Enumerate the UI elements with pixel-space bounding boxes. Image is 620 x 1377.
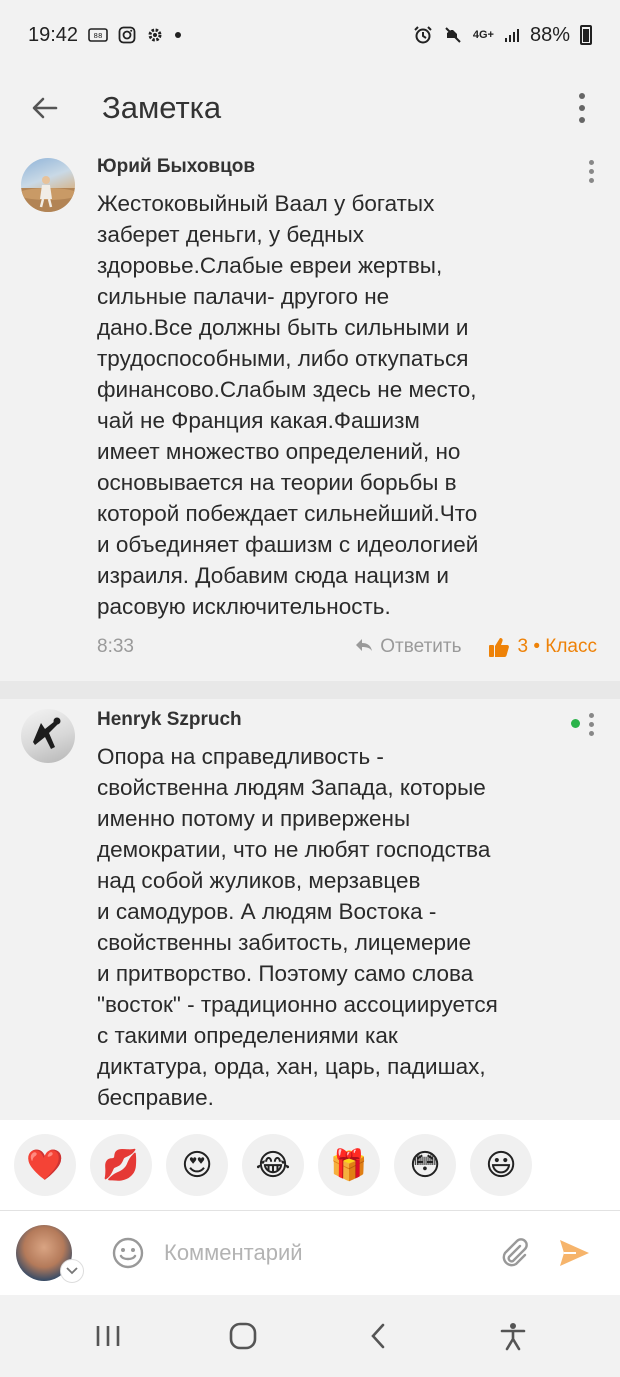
- reaction-heart[interactable]: ❤️: [14, 1134, 76, 1196]
- comment-item: Юрий Быховцов Жестоковыйный Ваал у богат…: [0, 146, 620, 681]
- overflow-menu-button[interactable]: [564, 83, 600, 133]
- comment-text: Жестоковыйный Ваал у богатых заберет ден…: [97, 191, 479, 619]
- accessibility-button[interactable]: [485, 1308, 541, 1364]
- author-avatar[interactable]: [21, 158, 75, 212]
- network-icon: 4G+: [472, 29, 494, 41]
- smile-icon: [112, 1237, 144, 1269]
- arrow-left-icon: [32, 97, 58, 119]
- dot: [588, 168, 594, 174]
- dot: [588, 721, 594, 727]
- notification-icon: 88: [88, 28, 108, 42]
- chevron-down-icon[interactable]: [60, 1259, 84, 1283]
- reaction-kiss[interactable]: 💋: [90, 1134, 152, 1196]
- app-bar: Заметка: [0, 70, 620, 146]
- comment-menu-button[interactable]: [584, 156, 598, 186]
- dot: [588, 177, 594, 183]
- system-nav-bar: [0, 1295, 620, 1377]
- dot-icon: [174, 31, 182, 39]
- paperclip-icon: [502, 1238, 528, 1267]
- reaction-bar: ❤️ 💋 😍 😂 🎁 😳 😃: [0, 1120, 620, 1210]
- reply-button[interactable]: Ответить: [354, 636, 462, 658]
- dot: [579, 93, 585, 99]
- reply-icon: [354, 637, 374, 658]
- send-button[interactable]: [554, 1233, 594, 1273]
- chevron-left-icon: [370, 1323, 384, 1349]
- comment-item: Henryk Szpruch Опора на справедливость -…: [0, 699, 620, 1120]
- attach-button[interactable]: [494, 1233, 534, 1273]
- status-time: 19:42: [28, 23, 79, 46]
- recent-apps-icon: [96, 1326, 119, 1346]
- battery-percent: 88%: [529, 23, 570, 46]
- dot: [588, 712, 594, 718]
- alarm-icon: [413, 25, 433, 45]
- comment-time: 8:33: [97, 636, 134, 657]
- back-nav-button[interactable]: [350, 1308, 406, 1364]
- page-title: Заметка: [102, 90, 222, 125]
- online-status-indicator: [571, 719, 580, 728]
- emoji-button[interactable]: [108, 1233, 148, 1273]
- reaction-heart-eyes[interactable]: 😍: [166, 1134, 228, 1196]
- signal-icon: [504, 27, 520, 43]
- dot: [588, 159, 594, 165]
- like-count-label: 3 • Класс: [517, 636, 598, 657]
- comment-list[interactable]: Юрий Быховцов Жестоковыйный Ваал у богат…: [0, 146, 620, 1120]
- dot: [579, 117, 585, 123]
- home-button[interactable]: [215, 1308, 271, 1364]
- comment-meta: 8:33 Ответить 3 • Класс: [97, 634, 597, 660]
- instagram-icon: [118, 26, 136, 44]
- recent-apps-button[interactable]: [80, 1308, 136, 1364]
- comment-author[interactable]: Henryk Szpruch: [97, 709, 242, 731]
- author-avatar[interactable]: [21, 709, 75, 763]
- thumbs-up-icon: [488, 636, 510, 658]
- send-icon: [560, 1240, 589, 1266]
- my-avatar[interactable]: [16, 1225, 84, 1283]
- back-button[interactable]: [20, 83, 70, 133]
- reaction-flushed[interactable]: 😳: [394, 1134, 456, 1196]
- reaction-gift[interactable]: 🎁: [318, 1134, 380, 1196]
- status-left: 19:42 88: [28, 24, 182, 47]
- reaction-smiley[interactable]: 😃: [470, 1134, 532, 1196]
- reaction-laughing[interactable]: 😂: [242, 1134, 304, 1196]
- comment-input[interactable]: [164, 1233, 484, 1273]
- status-right: 4G+ 88%: [413, 24, 592, 47]
- comment-author[interactable]: Юрий Быховцов: [97, 156, 255, 178]
- status-bar: 19:42 88 4G+ 88%: [0, 0, 620, 70]
- comment-text: Опора на справедливость - свойственна лю…: [97, 744, 498, 1110]
- dot: [579, 105, 585, 111]
- comment-menu-button[interactable]: [584, 709, 598, 739]
- battery-icon: [580, 25, 592, 45]
- like-class-button[interactable]: 3 • Класс: [488, 636, 598, 658]
- mute-icon: [443, 25, 463, 45]
- svg-text:88: 88: [94, 32, 103, 40]
- accessibility-icon: [500, 1323, 525, 1351]
- reply-label: Ответить: [380, 636, 462, 657]
- settings-gear-icon: [146, 26, 164, 44]
- comment-composer: [0, 1211, 620, 1295]
- dot: [588, 730, 594, 736]
- comment-divider: [0, 681, 620, 699]
- home-icon: [229, 1322, 256, 1350]
